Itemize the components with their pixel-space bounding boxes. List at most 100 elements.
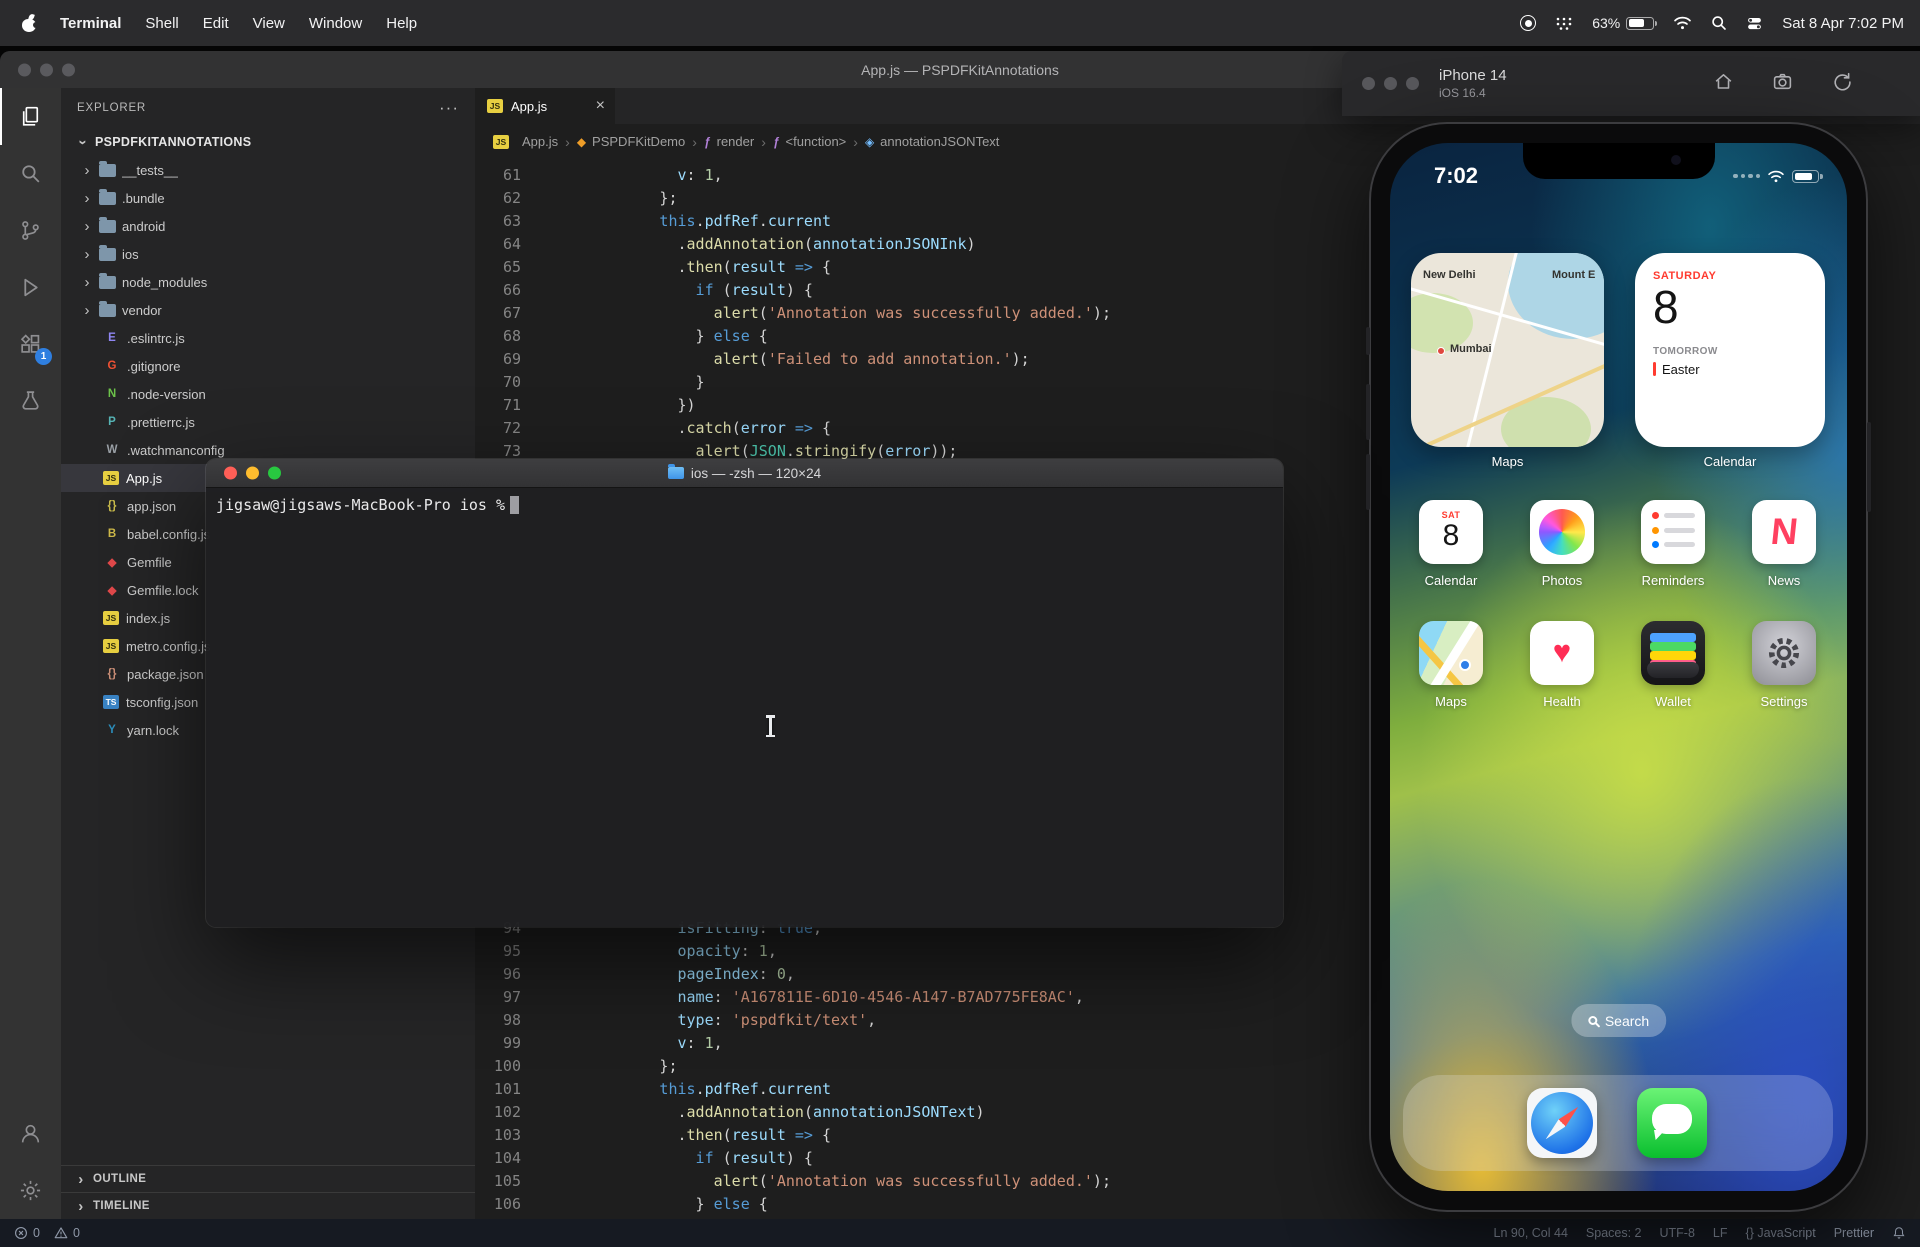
spotlight-search-icon[interactable] xyxy=(1711,15,1727,31)
wallet-app-icon[interactable] xyxy=(1641,621,1705,685)
tree-item-.eslintrc.js[interactable]: E.eslintrc.js xyxy=(61,324,475,352)
reminders-app-icon[interactable] xyxy=(1641,500,1705,564)
menu-view[interactable]: View xyxy=(241,15,297,32)
menu-shell[interactable]: Shell xyxy=(133,15,190,32)
tree-item-.gitignore[interactable]: G.gitignore xyxy=(61,352,475,380)
terminal-close-button[interactable] xyxy=(224,467,237,480)
calendar-app-icon[interactable]: SAT 8 xyxy=(1419,500,1483,564)
health-app-icon[interactable]: ♥ xyxy=(1530,621,1594,685)
timeline-section[interactable]: › TIMELINE xyxy=(61,1192,475,1219)
app-label: Calendar xyxy=(1425,573,1478,588)
settings-app-icon[interactable] xyxy=(1752,621,1816,685)
chevron-right-icon: › xyxy=(81,163,93,178)
minimize-button[interactable] xyxy=(40,63,53,76)
tree-item-node_modules[interactable]: ›node_modules xyxy=(61,268,475,296)
menu-terminal[interactable]: Terminal xyxy=(48,15,133,32)
messages-icon[interactable] xyxy=(1637,1088,1707,1158)
file-icon: ◆ xyxy=(103,583,121,597)
menu-clock[interactable]: Sat 8 Apr 7:02 PM xyxy=(1782,15,1904,32)
folder-icon xyxy=(99,304,116,317)
warnings-indicator[interactable]: 0 xyxy=(54,1226,80,1240)
maps-widget[interactable]: New Delhi Mount E Mumbai xyxy=(1411,253,1604,447)
run-debug-icon[interactable] xyxy=(0,259,61,316)
tree-item-.node-version[interactable]: N.node-version xyxy=(61,380,475,408)
tree-item-.bundle[interactable]: ›.bundle xyxy=(61,184,475,212)
activity-bar: 1 xyxy=(0,88,61,1219)
breadcrumb-variable[interactable]: ◈annotationJSONText xyxy=(865,134,999,149)
terminal-titlebar[interactable]: ios — -zsh — 120×24 xyxy=(206,459,1283,488)
map-label-mount: Mount E xyxy=(1552,269,1595,281)
cursor-position[interactable]: Ln 90, Col 44 xyxy=(1494,1226,1568,1240)
screen-mirroring-icon[interactable] xyxy=(1555,16,1573,30)
screen-recording-indicator-icon[interactable] xyxy=(1520,15,1536,31)
phone-wifi-icon xyxy=(1767,170,1785,183)
encoding-setting[interactable]: UTF-8 xyxy=(1660,1226,1695,1240)
spotlight-search-pill[interactable]: Search xyxy=(1571,1004,1666,1037)
extensions-icon[interactable]: 1 xyxy=(0,316,61,373)
breadcrumb-file[interactable]: JSApp.js xyxy=(493,134,558,149)
photos-app-icon[interactable] xyxy=(1530,500,1594,564)
menu-help[interactable]: Help xyxy=(374,15,429,32)
tree-item-android[interactable]: ›android xyxy=(61,212,475,240)
maps-app-icon[interactable] xyxy=(1419,621,1483,685)
app-label: News xyxy=(1768,573,1801,588)
menu-edit[interactable]: Edit xyxy=(191,15,241,32)
breadcrumb-method[interactable]: ƒrender xyxy=(704,134,754,149)
breadcrumb-function[interactable]: ƒ<function> xyxy=(773,134,846,149)
settings-gear-icon[interactable] xyxy=(0,1162,61,1219)
explorer-more-icon[interactable]: ··· xyxy=(439,98,459,118)
map-label-mumbai: Mumbai xyxy=(1450,343,1492,355)
formatter-prettier[interactable]: Prettier xyxy=(1834,1226,1874,1240)
simulator-zoom-button[interactable] xyxy=(1406,77,1419,90)
rotate-icon[interactable] xyxy=(1831,71,1852,97)
js-file-icon: JS xyxy=(493,135,509,149)
battery-percent: 63% xyxy=(1592,15,1620,31)
terminal-body[interactable]: jigsaw@jigsaws-MacBook-Pro ios % xyxy=(206,488,1283,927)
battery-indicator[interactable]: 63% xyxy=(1592,15,1654,31)
calendar-widget[interactable]: SATURDAY 8 TOMORROW Easter xyxy=(1635,253,1825,447)
control-center-icon[interactable] xyxy=(1746,15,1763,32)
close-button[interactable] xyxy=(18,63,31,76)
folder-icon xyxy=(99,192,116,205)
menu-window[interactable]: Window xyxy=(297,15,374,32)
file-icon: ◆ xyxy=(103,555,121,569)
outline-section[interactable]: › OUTLINE xyxy=(61,1165,475,1192)
account-icon[interactable] xyxy=(0,1105,61,1162)
variable-symbol-icon: ◈ xyxy=(865,136,874,148)
file-icon: B xyxy=(103,528,121,540)
file-icon: G xyxy=(103,360,121,372)
apple-logo-icon[interactable] xyxy=(22,14,36,32)
tree-item-ios[interactable]: ›ios xyxy=(61,240,475,268)
home-button-icon[interactable] xyxy=(1713,71,1734,97)
testing-flask-icon[interactable] xyxy=(0,373,61,430)
notifications-bell-icon[interactable] xyxy=(1892,1226,1906,1240)
errors-indicator[interactable]: 0 xyxy=(14,1226,40,1240)
search-icon[interactable] xyxy=(0,145,61,202)
js-file-icon: JS xyxy=(103,611,119,625)
eol-setting[interactable]: LF xyxy=(1713,1226,1728,1240)
wifi-icon[interactable] xyxy=(1673,16,1692,30)
safari-icon[interactable] xyxy=(1527,1088,1597,1158)
tree-root[interactable]: › PSPDFKITANNOTATIONS xyxy=(61,128,475,156)
simulator-close-button[interactable] xyxy=(1362,77,1375,90)
breadcrumb-class[interactable]: ◆PSPDFKitDemo xyxy=(577,134,685,149)
terminal-zoom-button[interactable] xyxy=(268,467,281,480)
news-app-icon[interactable]: N xyxy=(1752,500,1816,564)
tab-appjs[interactable]: JS App.js × xyxy=(475,88,615,124)
tree-item-vendor[interactable]: ›vendor xyxy=(61,296,475,324)
screenshot-icon[interactable] xyxy=(1772,71,1793,97)
tab-close-icon[interactable]: × xyxy=(596,98,605,114)
zoom-button[interactable] xyxy=(62,63,75,76)
language-mode[interactable]: {} JavaScript xyxy=(1746,1226,1816,1240)
line-number: 103 xyxy=(475,1124,521,1147)
indentation-setting[interactable]: Spaces: 2 xyxy=(1586,1226,1642,1240)
simulator-toolbar[interactable]: iPhone 14 iOS 16.4 xyxy=(1342,51,1920,116)
tree-item-__tests__[interactable]: ›__tests__ xyxy=(61,156,475,184)
extensions-badge: 1 xyxy=(35,348,52,365)
terminal-minimize-button[interactable] xyxy=(246,467,259,480)
tree-item-.prettierrc.js[interactable]: P.prettierrc.js xyxy=(61,408,475,436)
source-control-icon[interactable] xyxy=(0,202,61,259)
simulator-device-name: iPhone 14 xyxy=(1439,67,1507,84)
explorer-icon[interactable] xyxy=(0,88,61,145)
simulator-minimize-button[interactable] xyxy=(1384,77,1397,90)
